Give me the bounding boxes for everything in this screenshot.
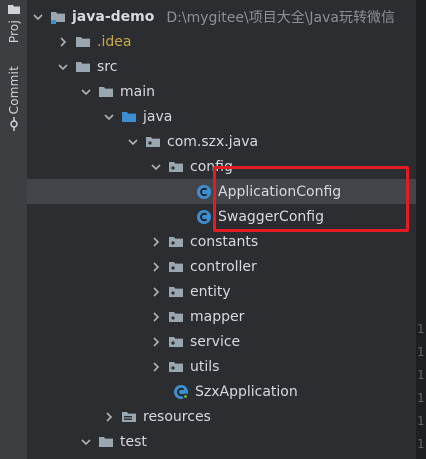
tree-item-label: config [190, 158, 233, 175]
package-icon [168, 159, 184, 175]
tree-row-service[interactable]: service [27, 329, 416, 354]
tree-item-label: ApplicationConfig [218, 183, 342, 200]
tree-row-utils[interactable]: utils [27, 354, 416, 379]
tree-item-label: SzxApplication [195, 383, 298, 400]
chevron-down-icon[interactable] [32, 11, 44, 23]
class-icon [196, 184, 212, 200]
chevron-right-icon[interactable] [150, 236, 162, 248]
chevron-down-icon[interactable] [80, 86, 92, 98]
tree-item-label: mapper [190, 308, 245, 325]
chevron-right-icon[interactable] [150, 336, 162, 348]
tree-item-label: entity [190, 283, 231, 300]
folder-icon [98, 84, 114, 100]
chevron-right-icon[interactable] [150, 311, 162, 323]
chevron-down-icon[interactable] [57, 61, 69, 73]
commit-icon [8, 117, 20, 132]
line-number: 1 [417, 437, 425, 451]
commit-tab[interactable]: Commit [0, 66, 27, 132]
project-tab-label: Proj [6, 20, 21, 44]
tree-item-label: java [143, 108, 173, 125]
chevron-down-icon[interactable] [103, 111, 115, 123]
chevron-down-icon[interactable] [127, 136, 139, 148]
root-project-name: java-demo [72, 8, 155, 25]
editor-gutter: 1 1 1 1 1 1 [416, 0, 426, 459]
tree-row-szx-application[interactable]: SzxApplication [27, 379, 416, 404]
project-tab[interactable]: Proj [0, 2, 27, 43]
tree-item-label: .idea [97, 33, 132, 50]
folder-icon [75, 59, 91, 75]
tree-item-label: controller [190, 258, 257, 275]
tool-window-strip: Proj Commit [0, 0, 28, 459]
tree-row-src[interactable]: src [27, 54, 416, 79]
tree-item-label: test [120, 433, 147, 450]
chevron-right-icon[interactable] [57, 36, 69, 48]
folder-icon [75, 34, 91, 50]
package-icon [168, 284, 184, 300]
tree-row-java[interactable]: java [27, 104, 416, 129]
tree-row-package-root[interactable]: com.szx.java [27, 129, 416, 154]
chevron-right-icon[interactable] [103, 411, 115, 423]
tree-row-idea[interactable]: .idea [27, 29, 416, 54]
tree-item-label: SwaggerConfig [218, 208, 324, 225]
tree-item-label: service [190, 333, 241, 350]
folder-icon [7, 2, 21, 16]
package-icon [168, 234, 184, 250]
line-number: 1 [417, 322, 425, 336]
tree-item-label: main [120, 83, 155, 100]
tree-item-label: resources [143, 408, 211, 425]
tree-row-mapper[interactable]: mapper [27, 304, 416, 329]
tree-item-label: utils [190, 358, 220, 375]
chevron-right-icon[interactable] [150, 261, 162, 273]
tree-item-label: com.szx.java [167, 133, 259, 150]
resources-folder-icon [121, 409, 137, 425]
chevron-down-icon[interactable] [80, 436, 92, 448]
class-icon [196, 209, 212, 225]
line-number: 1 [417, 414, 425, 428]
tree-row-resources[interactable]: resources [27, 404, 416, 429]
package-icon [168, 259, 184, 275]
tree-row-application-config[interactable]: ApplicationConfig [27, 179, 416, 204]
line-number: 1 [417, 368, 425, 382]
module-folder-icon [50, 9, 66, 25]
chevron-down-icon[interactable] [150, 161, 162, 173]
tree-row-controller[interactable]: controller [27, 254, 416, 279]
chevron-right-icon[interactable] [150, 286, 162, 298]
source-folder-icon [121, 109, 137, 125]
package-icon [145, 134, 161, 150]
root-project-path: D:\mygitee\项目大全\Java玩转微信 [166, 9, 395, 26]
tree-row-swagger-config[interactable]: SwaggerConfig [27, 204, 416, 229]
line-number: 1 [417, 345, 425, 359]
line-number: 1 [417, 391, 425, 405]
tree-row-config[interactable]: config [27, 154, 416, 179]
spring-boot-class-icon [173, 384, 189, 400]
tree-item-label: src [97, 58, 118, 75]
package-icon [168, 334, 184, 350]
tree-row-test[interactable]: test [27, 429, 416, 454]
package-icon [168, 359, 184, 375]
chevron-right-icon[interactable] [150, 361, 162, 373]
tree-item-label: constants [190, 233, 259, 250]
tree-row-constants[interactable]: constants [27, 229, 416, 254]
package-icon [168, 309, 184, 325]
folder-icon [98, 434, 114, 450]
project-tree: java-demo D:\mygitee\项目大全\Java玩转微信 .idea… [27, 0, 416, 459]
tree-row-entity[interactable]: entity [27, 279, 416, 304]
tree-row-main[interactable]: main [27, 79, 416, 104]
commit-tab-label: Commit [6, 66, 21, 115]
tree-row-root[interactable]: java-demo D:\mygitee\项目大全\Java玩转微信 [27, 4, 416, 29]
